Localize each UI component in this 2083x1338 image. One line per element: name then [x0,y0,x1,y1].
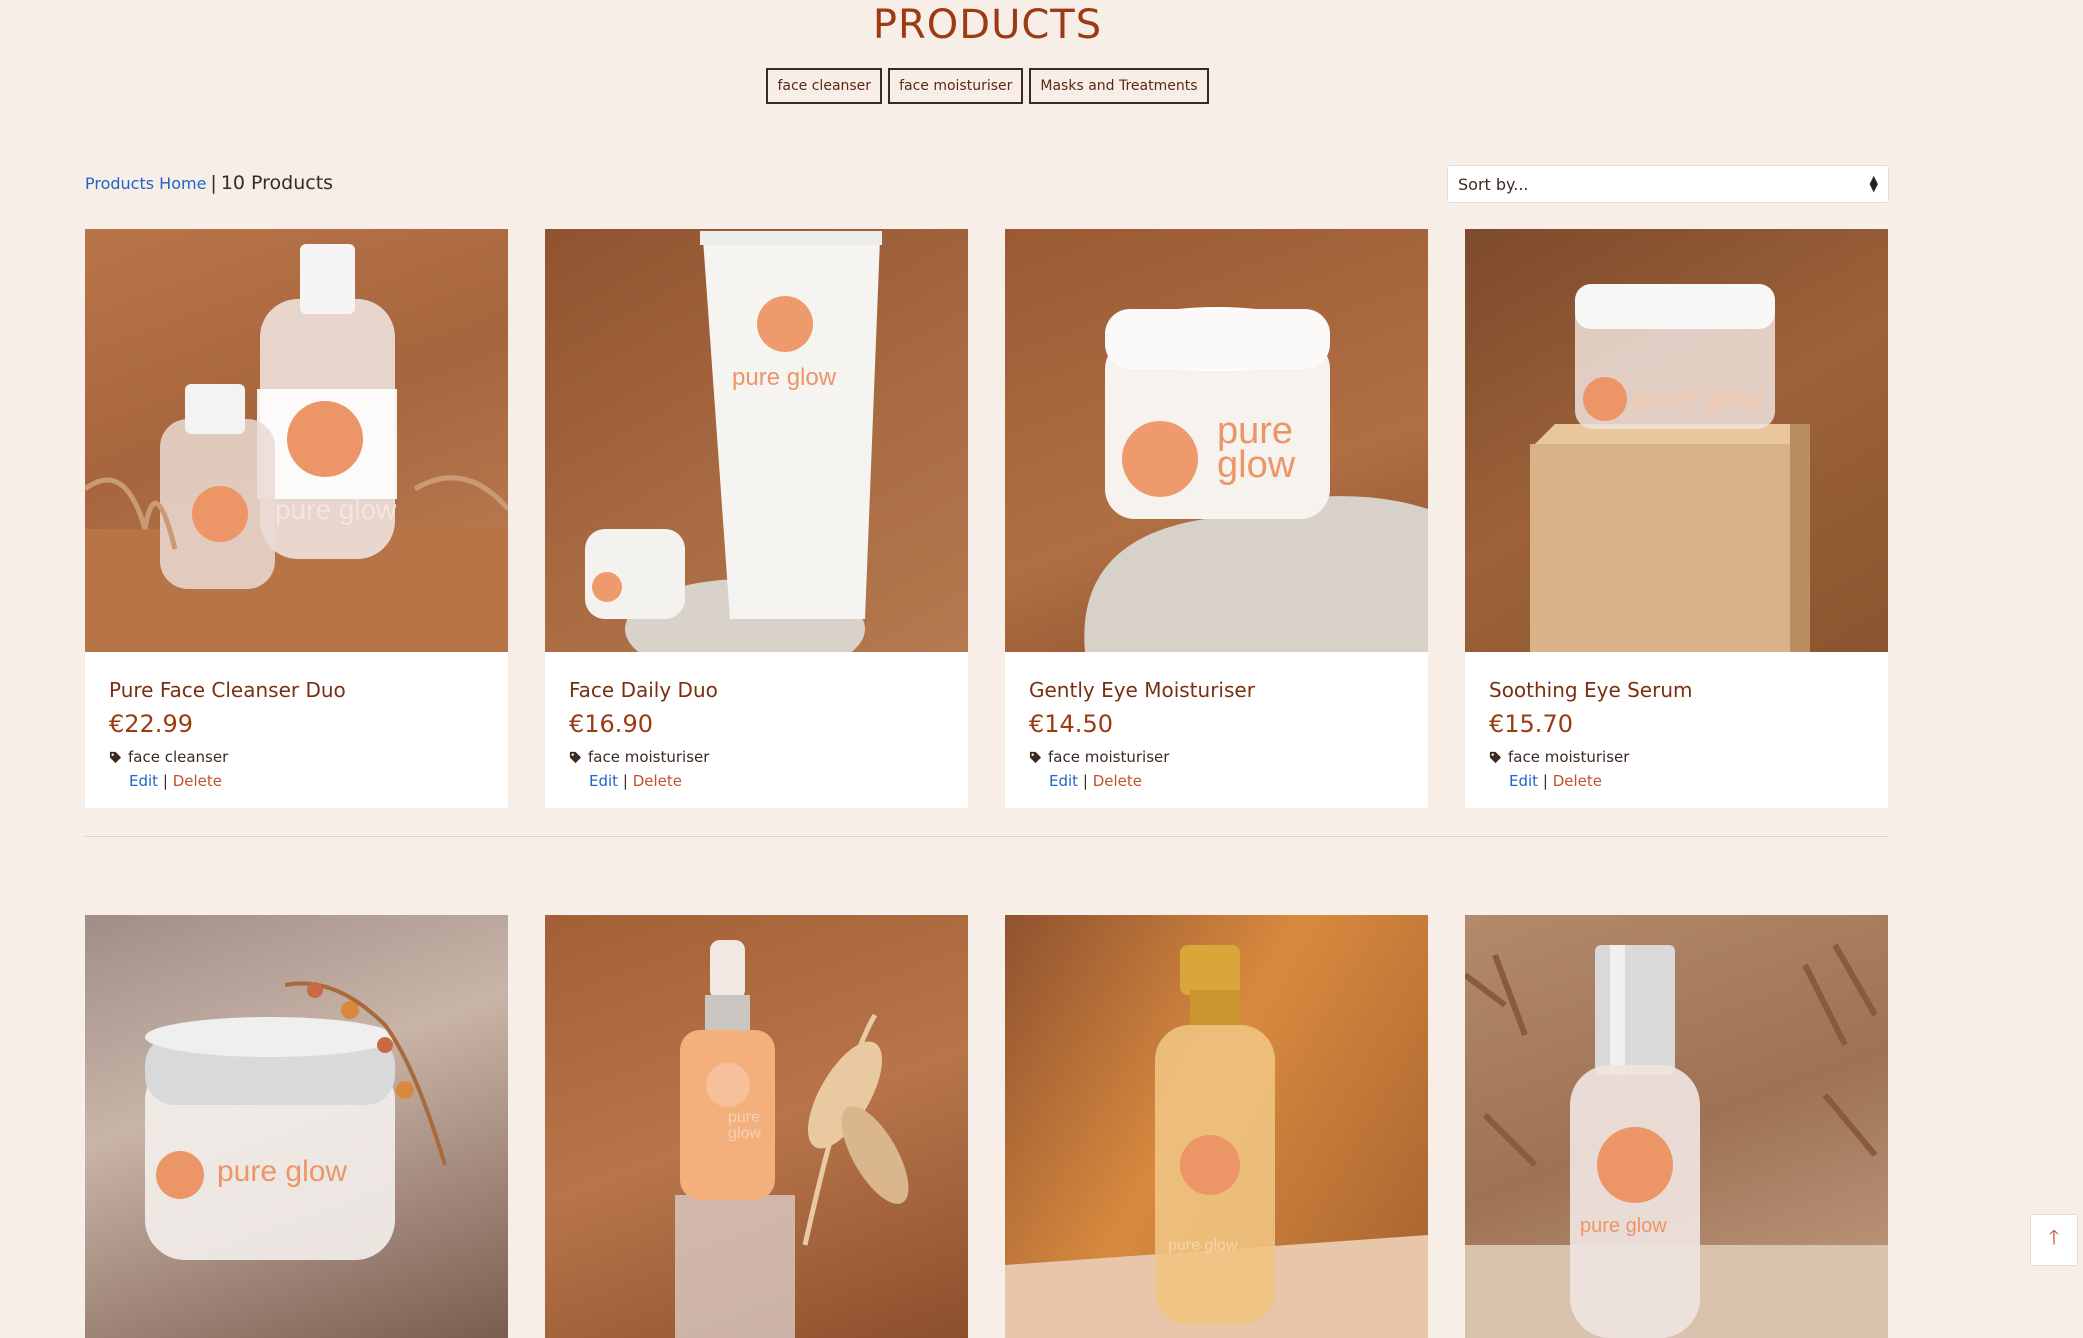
tag-icon [109,751,122,763]
breadcrumb-separator: | [210,172,217,194]
category-filter-bar: face cleanser face moisturiser Masks and… [0,68,1975,104]
edit-link[interactable]: Edit [129,772,158,790]
tag-icon [1489,751,1502,763]
product-category[interactable]: face moisturiser [569,748,944,766]
category-button-face-moisturiser[interactable]: face moisturiser [888,68,1024,104]
product-category-label: face cleanser [128,748,229,766]
product-actions: Edit | Delete [1489,772,1864,790]
tag-icon [1029,751,1042,763]
row-divider [85,836,1889,837]
product-actions: Edit | Delete [569,772,944,790]
product-logo-text: pure glow [1168,1237,1238,1254]
delete-link[interactable]: Delete [173,772,222,790]
arrow-up-icon: 🡑 [2048,1225,2060,1249]
sort-select[interactable]: Sort by... ▲ ▼ [1447,165,1889,203]
product-card: pure glow Pure Face Cleanser Duo €22.99 … [85,229,508,808]
sort-select-label: Sort by... [1458,174,1529,194]
product-logo-text: pure glow [275,494,397,525]
breadcrumb: Products Home | 10 Products [85,172,333,194]
product-card: pure glow Face Daily Duo €16.90 face moi… [545,229,968,808]
tube-and-jar-illustration [585,231,882,652]
category-button-face-cleanser[interactable]: face cleanser [766,68,883,104]
product-actions: Edit | Delete [1029,772,1404,790]
product-price: €22.99 [109,710,193,738]
actions-separator: | [1082,772,1088,790]
product-category[interactable]: face cleanser [109,748,484,766]
product-category-label: face moisturiser [588,748,710,766]
product-logo-text: pure glow [1633,381,1764,414]
delete-link[interactable]: Delete [1093,772,1142,790]
product-card-body: Face Daily Duo €16.90 face moisturiser E… [545,652,968,808]
category-button-masks-and-treatments[interactable]: Masks and Treatments [1029,68,1209,104]
product-logo-text: pure glow [732,364,837,391]
jar-on-wood-illustration [1530,284,1810,652]
product-category-label: face moisturiser [1048,748,1170,766]
actions-separator: | [1542,772,1548,790]
cream-jar-image[interactable]: pure glow [1005,229,1428,652]
edit-link[interactable]: Edit [589,772,618,790]
product-category[interactable]: face moisturiser [1029,748,1404,766]
product-card-body: Gently Eye Moisturiser €14.50 face moist… [1005,652,1428,808]
product-card-body: Soothing Eye Serum €15.70 face moisturis… [1465,652,1888,808]
tag-icon [569,751,582,763]
product-price: €16.90 [569,710,653,738]
back-to-top-button[interactable]: 🡑 [2030,1214,2078,1266]
actions-separator: | [622,772,628,790]
cleanser-bottles-image[interactable]: pure glow [85,229,508,652]
product-logo-text: pure glow [728,1109,761,1142]
product-name[interactable]: Soothing Eye Serum [1489,678,1864,702]
product-count: 10 Products [220,172,334,194]
jar-on-wood-image[interactable]: pure glow [1465,229,1888,652]
product-grid-row-1: pure glow Pure Face Cleanser Duo €22.99 … [85,229,1889,808]
product-card-body: Pure Face Cleanser Duo €22.99 face clean… [85,652,508,808]
edit-link[interactable]: Edit [1049,772,1078,790]
product-name[interactable]: Pure Face Cleanser Duo [109,678,484,702]
edit-link[interactable]: Edit [1509,772,1538,790]
sort-arrows-icon: ▲ ▼ [1869,173,1878,194]
product-logo-text: pure glow [1580,1215,1667,1237]
delete-link[interactable]: Delete [1553,772,1602,790]
products-home-link[interactable]: Products Home [85,174,206,193]
product-actions: Edit | Delete [109,772,484,790]
product-name[interactable]: Gently Eye Moisturiser [1029,678,1404,702]
product-logo-text: pure glow [217,1155,348,1188]
product-category-label: face moisturiser [1508,748,1630,766]
cleanser-bottles-illustration [85,244,508,652]
product-price: €15.70 [1489,710,1573,738]
product-name[interactable]: Face Daily Duo [569,678,944,702]
product-price: €14.50 [1029,710,1113,738]
tube-and-jar-image[interactable]: pure glow [545,229,968,652]
product-category[interactable]: face moisturiser [1489,748,1864,766]
actions-separator: | [162,772,168,790]
product-logo-text: pure glow [1217,410,1296,486]
delete-link[interactable]: Delete [633,772,682,790]
page-title: PRODUCTS [872,2,1103,48]
product-card: pure glow Gently Eye Moisturiser €14.50 … [1005,229,1428,808]
product-card: pure glow Soothing Eye Serum €15.70 face… [1465,229,1888,808]
